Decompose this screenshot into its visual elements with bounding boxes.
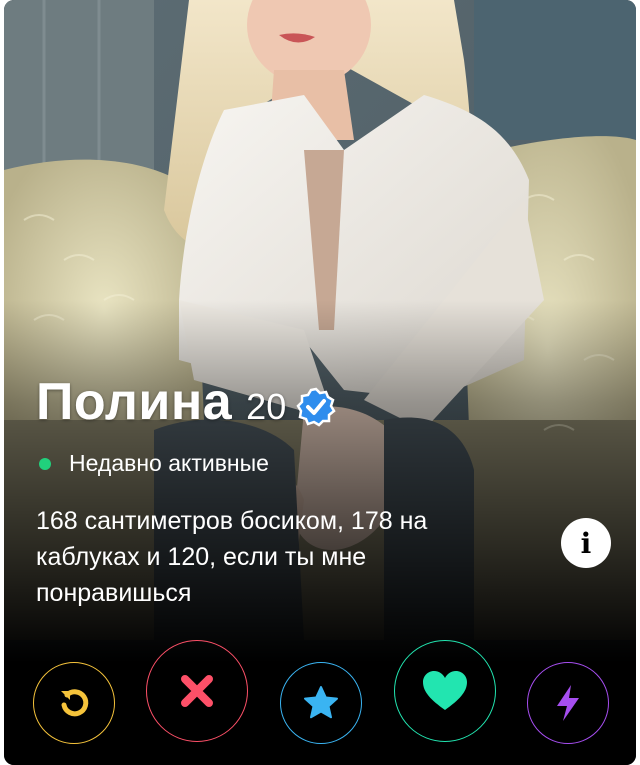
- profile-name: Полина: [36, 373, 233, 431]
- online-dot-icon: [39, 457, 51, 470]
- x-icon: [181, 675, 213, 707]
- profile-bio: 168 сантиметров босиком, 178 на каблуках…: [36, 503, 536, 611]
- bio-line: 168 сантиметров босиком, 178 на: [36, 507, 428, 535]
- star-icon: [304, 686, 338, 719]
- rewind-icon: [61, 689, 89, 717]
- verified-check-icon: [296, 387, 336, 427]
- boost-button[interactable]: [527, 662, 609, 744]
- heart-icon: [423, 671, 467, 710]
- action-bar: [4, 640, 636, 744]
- bio-line: каблуках и 120, если ты мне: [36, 543, 367, 571]
- name-row: Полина 20: [36, 372, 612, 434]
- super-like-button[interactable]: [280, 662, 362, 744]
- lightning-icon: [557, 685, 579, 721]
- like-button[interactable]: [394, 640, 496, 742]
- info-icon: i: [580, 526, 592, 560]
- rewind-button[interactable]: [33, 662, 115, 744]
- activity-status: Недавно активные: [36, 450, 612, 477]
- profile-info: Полина 20 Недавно активные 168 сантиметр…: [36, 372, 612, 611]
- bio-line: понравишься: [36, 579, 192, 607]
- nope-button[interactable]: [146, 640, 248, 742]
- profile-card[interactable]: Полина 20 Недавно активные 168 сантиметр…: [4, 0, 636, 765]
- activity-status-text: Недавно активные: [69, 450, 269, 476]
- info-button[interactable]: i: [561, 518, 611, 568]
- profile-age: 20: [246, 386, 287, 427]
